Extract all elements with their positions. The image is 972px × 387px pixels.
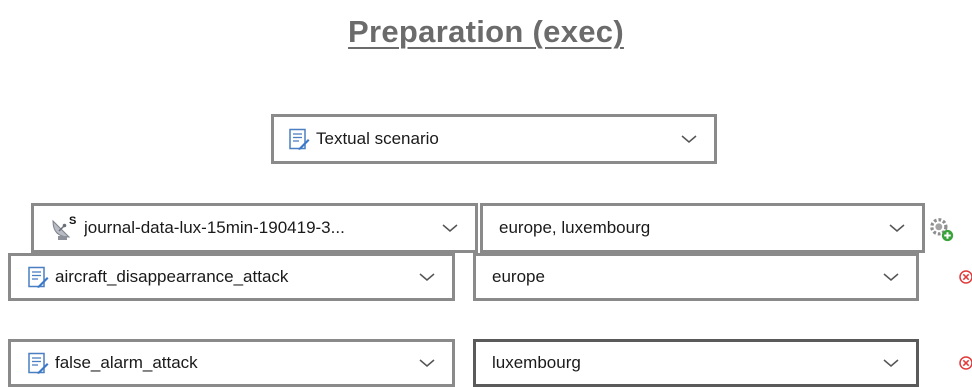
satellite-dish-icon: S [52, 215, 76, 240]
page-title: Preparation (exec) [348, 14, 624, 49]
chevron-down-icon [889, 224, 905, 232]
remove-icon[interactable] [958, 269, 972, 285]
attack-scenario-value: false_alarm_attack [55, 353, 198, 372]
scenario-type-select[interactable]: Textual scenario [271, 114, 717, 164]
attack-scenario-select[interactable]: aircraft_disappearrance_attack [8, 253, 455, 301]
region-select[interactable]: europe [473, 253, 919, 301]
chevron-down-icon [442, 224, 458, 232]
document-edit-icon [289, 128, 310, 150]
scenario-type-value: Textual scenario [316, 129, 439, 148]
document-edit-icon [28, 352, 49, 374]
document-edit-icon [28, 266, 49, 288]
attack-scenario-select[interactable]: false_alarm_attack [8, 339, 455, 387]
attack-scenario-value: aircraft_disappearrance_attack [55, 267, 289, 286]
chevron-down-icon [419, 273, 435, 281]
remove-icon[interactable] [958, 355, 972, 371]
chevron-down-icon [419, 359, 435, 367]
region-value: europe [492, 267, 545, 286]
region-value: luxembourg [492, 353, 581, 372]
data-source-select[interactable]: S journal-data-lux-15min-190419-3... [31, 203, 478, 253]
region-value: europe, luxembourg [499, 218, 651, 237]
chevron-down-icon [883, 273, 899, 281]
svg-text:S: S [69, 215, 76, 227]
region-select[interactable]: europe, luxembourg [480, 203, 925, 253]
region-select[interactable]: luxembourg [473, 339, 919, 387]
chevron-down-icon [883, 359, 899, 367]
chevron-down-icon [681, 135, 697, 143]
settings-add-icon[interactable] [928, 216, 954, 242]
data-source-value: journal-data-lux-15min-190419-3... [84, 218, 345, 237]
